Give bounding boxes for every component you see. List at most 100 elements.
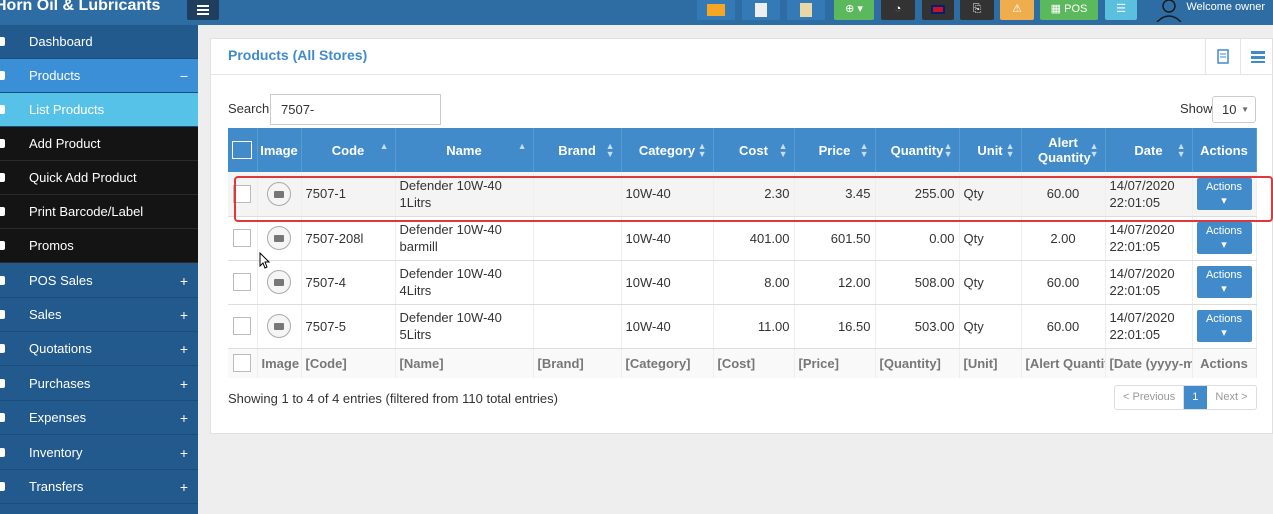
sidebar-item-sales[interactable]: Sales + [0,298,198,332]
no-image-icon[interactable] [267,226,291,250]
row-checkbox[interactable] [233,273,252,292]
columns-toggle-button[interactable] [1240,39,1273,75]
star-icon [0,448,5,457]
sort-icon: ▲ ▼ [859,141,869,159]
footer-checkbox[interactable] [233,354,252,373]
cell-code: 7507-1 [301,172,396,217]
sidebar-item-inventory[interactable]: Inventory + [0,436,198,470]
expand-icon: + [179,341,188,357]
sidebar-item-quotations[interactable]: Quotations + [0,332,198,366]
filter-date[interactable]: [Date (yyyy-m [1105,348,1193,378]
pagination: < Previous 1 Next > [1114,385,1257,410]
header-date[interactable]: Date ▲ ▼ [1105,128,1193,172]
filter-price[interactable]: [Price] [794,348,876,378]
cell-alert-quantity: 60.00 [1021,304,1106,349]
table-row[interactable]: 7507-208l Defender 10W-40 barmill 10W-40… [228,216,1257,261]
star-outline-icon [0,482,5,491]
no-image-icon[interactable] [267,314,291,338]
header-quantity[interactable]: Quantity ▲ ▼ [875,128,960,172]
sidebar-item-dashboard[interactable]: Dashboard [0,25,198,59]
filter-alert-quantity[interactable]: [Alert Quantit [1021,348,1106,378]
sidebar-item-print-barcode[interactable]: Print Barcode/Label [0,195,198,229]
pos-button[interactable]: ▦ POS [1040,0,1098,20]
user-avatar-icon[interactable] [1155,0,1183,22]
top-navbar: Horn Oil & Lubricants ⊕ ▾ ◔ ⎘ ⚠ ▦ POS ☰ … [0,0,1273,25]
row-actions-button[interactable]: Actions ▾ [1196,222,1252,254]
header-brand[interactable]: Brand ▲ ▼ [533,128,622,172]
header-unit[interactable]: Unit ▲ ▼ [959,128,1022,172]
select-all-checkbox[interactable] [228,128,258,172]
previous-page-button[interactable]: < Previous [1115,386,1185,409]
expand-icon: + [179,376,188,392]
brand-logo-text[interactable]: Horn Oil & Lubricants [0,0,198,17]
no-image-icon[interactable] [267,270,291,294]
table-row[interactable]: 7507-4 Defender 10W-40 4Litrs 10W-40 8.0… [228,260,1257,305]
header-code[interactable]: Code ▲ [301,128,396,172]
row-actions-button[interactable]: Actions ▾ [1196,310,1252,342]
caret-down-icon: ▼ [1241,105,1249,114]
page-title: Products (All Stores) [228,47,368,63]
row-checkbox[interactable] [233,317,252,336]
columns-icon [1251,51,1265,63]
header-category[interactable]: Category ▲ ▼ [621,128,714,172]
export-pdf-button[interactable] [1205,39,1239,75]
star-icon [0,379,5,388]
sidebar-item-transfers[interactable]: Transfers + [0,470,198,504]
filter-name[interactable]: [Name] [395,348,534,378]
welcome-text[interactable]: Welcome owner [1186,0,1265,14]
menu-toggle-button[interactable] [187,0,219,20]
page-1-button[interactable]: 1 [1184,386,1208,409]
cell-name: Defender 10W-40 1Litrs [395,172,534,217]
language-flag-icon[interactable] [922,0,954,20]
next-page-button[interactable]: Next > [1207,386,1255,409]
sidebar-item-purchases[interactable]: Purchases + [0,367,198,401]
cell-quantity: 503.00 [875,304,960,349]
expand-icon: + [179,445,188,461]
row-actions-button[interactable]: Actions ▾ [1196,177,1252,210]
sidebar-item-list-products[interactable]: List Products [0,93,198,127]
cell-code: 7507-208l [301,216,396,261]
header-price[interactable]: Price ▲ ▼ [794,128,876,172]
row-actions-button[interactable]: Actions ▾ [1196,266,1252,298]
register-icon[interactable] [742,0,780,20]
add-icon[interactable]: ⊕ ▾ [834,0,874,20]
filter-category[interactable]: [Category] [621,348,714,378]
no-image-icon[interactable] [267,181,291,206]
cell-code: 7507-4 [301,260,396,305]
cell-price: 3.45 [794,172,876,217]
list-icon[interactable]: ☰ [1105,0,1137,20]
page-size-select[interactable]: 10 ▼ [1212,96,1256,123]
filter-brand[interactable]: [Brand] [533,348,622,378]
filter-unit[interactable]: [Unit] [959,348,1022,378]
star-icon [0,413,5,422]
filter-cost[interactable]: [Cost] [713,348,795,378]
row-checkbox[interactable] [233,185,252,204]
table-row[interactable]: 7507-5 Defender 10W-40 5Litrs 10W-40 11.… [228,304,1257,349]
cell-code: 7507-5 [301,304,396,349]
calendar-icon[interactable] [787,0,825,20]
sidebar-item-quick-add-product[interactable]: Quick Add Product [0,161,198,195]
header-cost[interactable]: Cost ▲ ▼ [713,128,795,172]
search-label: Search [228,101,270,116]
search-input[interactable] [270,94,441,125]
sort-icon: ▲ ▼ [605,141,615,159]
sidebar-item-expenses[interactable]: Expenses + [0,401,198,435]
header-alert-quantity[interactable]: Alert Quantity ▲ ▼ [1021,128,1106,172]
theme-icon[interactable]: ⎘ [960,0,994,20]
sidebar-item-pos-sales[interactable]: POS Sales + [0,264,198,298]
filter-quantity[interactable]: [Quantity] [875,348,960,378]
cell-alert-quantity: 60.00 [1021,260,1106,305]
table-row[interactable]: 7507-1 Defender 10W-40 1Litrs 10W-40 2.3… [228,172,1257,217]
sidebar-item-promos[interactable]: Promos [0,229,198,263]
sidebar-item-products[interactable]: Products − [0,59,198,93]
dashboard-icon[interactable]: ◔ [881,0,915,20]
alert-icon[interactable]: ⚠ [1000,0,1034,20]
filter-code[interactable]: [Code] [301,348,396,378]
calculator-icon[interactable] [697,0,735,20]
header-name[interactable]: Name ▲ [395,128,534,172]
sort-icon: ▲ ▼ [778,141,788,159]
cell-cost: 401.00 [713,216,795,261]
row-checkbox[interactable] [233,229,252,248]
sidebar-item-add-product[interactable]: Add Product [0,127,198,161]
header-image: Image [257,128,302,172]
